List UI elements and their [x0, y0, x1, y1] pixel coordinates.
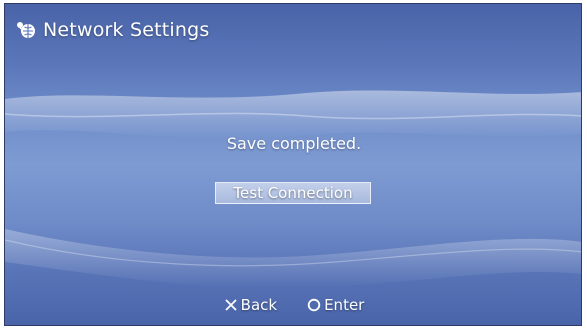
status-message: Save completed. [226, 134, 362, 153]
title-bar: Network Settings [15, 16, 210, 44]
wave-background [5, 90, 581, 289]
back-hint[interactable]: Back [224, 294, 277, 316]
back-label: Back [240, 296, 278, 314]
page-title: Network Settings [43, 19, 210, 41]
enter-hint[interactable]: Enter [307, 294, 364, 316]
test-connection-button[interactable]: Test Connection [215, 182, 371, 204]
circle-button-icon [307, 298, 321, 312]
device-frame: Network Settings Save completed. Test Co… [0, 0, 587, 331]
cross-button-icon [224, 298, 238, 312]
network-globe-icon [15, 19, 37, 41]
psp-screen: Network Settings Save completed. Test Co… [4, 3, 582, 326]
button-hints: Back Enter [5, 294, 581, 316]
enter-label: Enter [324, 296, 365, 314]
